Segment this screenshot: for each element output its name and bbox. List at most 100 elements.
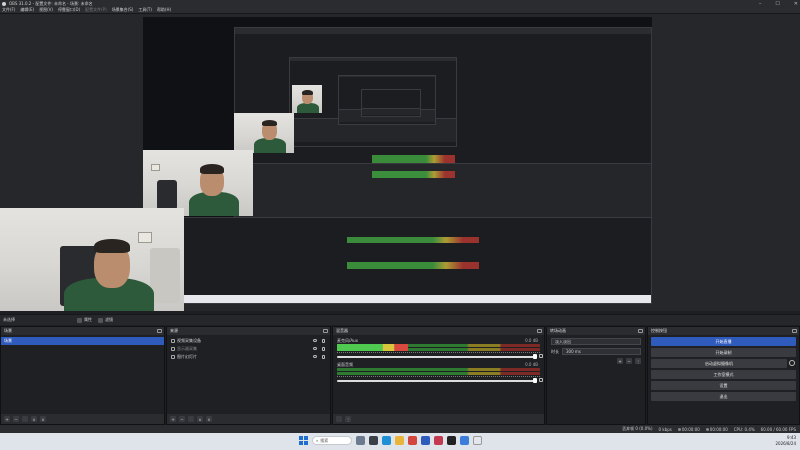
menu-tools[interactable]: 工具(T) bbox=[138, 7, 152, 13]
fps-readout: 60.00 / 60.00 FPS bbox=[760, 426, 796, 432]
windows-start-icon[interactable] bbox=[299, 436, 308, 445]
filters-label: 滤镜 bbox=[105, 317, 113, 322]
task-view-icon[interactable] bbox=[369, 436, 378, 445]
add-source-button[interactable]: + bbox=[170, 416, 176, 422]
lock-icon[interactable] bbox=[322, 347, 325, 351]
source-label: 图片幻灯片 bbox=[177, 354, 197, 359]
menu-file[interactable]: 文件(F) bbox=[2, 7, 15, 13]
recording-time: 00:00:00 bbox=[705, 427, 728, 432]
bitrate: 0 kbps bbox=[658, 426, 672, 432]
undock-icon[interactable] bbox=[638, 329, 643, 333]
exit-button[interactable]: 退出 bbox=[651, 392, 796, 401]
controls-dock: 控制按钮 开始直播 开始录制 启动虚拟摄像机 工作室模式 设置 退出 bbox=[647, 326, 800, 425]
filters-button[interactable]: 滤镜 bbox=[98, 317, 113, 323]
scene-list-item[interactable]: 场景 bbox=[1, 337, 164, 345]
duration-row: 时长 300 ms bbox=[551, 348, 641, 355]
move-up-button[interactable]: ∧ bbox=[197, 416, 203, 422]
eye-icon[interactable] bbox=[313, 339, 317, 342]
nested-obs-docks bbox=[143, 217, 652, 304]
duration-input[interactable]: 300 ms bbox=[562, 348, 641, 355]
meter-scale bbox=[337, 352, 540, 354]
scenes-dock-header: 场景 bbox=[1, 327, 164, 335]
camera-icon bbox=[171, 339, 175, 343]
menu-docks[interactable]: 停靠窗口(D) bbox=[58, 7, 80, 13]
obs-taskbar-icon[interactable] bbox=[447, 436, 456, 445]
speaker-icon[interactable] bbox=[539, 354, 543, 358]
properties-button[interactable]: 属性 bbox=[77, 317, 92, 323]
volume-slider[interactable] bbox=[337, 380, 535, 382]
dropped-frames: 丢弃帧 0 (0.0%) bbox=[622, 426, 653, 431]
settings-taskbar-icon[interactable] bbox=[473, 436, 482, 445]
status-bar: 丢弃帧 0 (0.0%) 0 kbps 00:00:00 00:00:00 CP… bbox=[0, 425, 800, 433]
sources-dock-title: 来源 bbox=[170, 328, 178, 333]
start-recording-button[interactable]: 开始录制 bbox=[651, 348, 796, 357]
edge-browser-icon[interactable] bbox=[382, 436, 391, 445]
windows-taskbar: ⌕ 搜索 9:43 2026/8/24 bbox=[0, 433, 800, 450]
lock-icon[interactable] bbox=[322, 355, 325, 359]
source-properties-button[interactable] bbox=[188, 416, 194, 422]
gear-icon[interactable] bbox=[789, 360, 795, 366]
volume-slider-handle[interactable] bbox=[533, 354, 537, 359]
mixer-menu-button[interactable]: ⋮ bbox=[345, 416, 351, 422]
settings-button[interactable]: 设置 bbox=[651, 381, 796, 390]
source-item-image-slideshow[interactable]: 图片幻灯片 bbox=[167, 353, 330, 361]
scenes-dock: 场景 场景 + − ∧ ∨ bbox=[0, 326, 165, 425]
volume-slider-handle[interactable] bbox=[533, 378, 537, 383]
transition-select[interactable]: 淡入淡出 bbox=[551, 338, 641, 345]
minimize-button[interactable]: – bbox=[759, 1, 762, 7]
volume-slider[interactable] bbox=[337, 356, 535, 358]
close-button[interactable]: ✕ bbox=[794, 1, 798, 7]
mixer-dock-header: 混音器 bbox=[333, 327, 544, 335]
advanced-audio-button[interactable] bbox=[336, 416, 342, 422]
taskbar-search[interactable]: ⌕ 搜索 bbox=[312, 436, 352, 445]
monitor-icon bbox=[171, 347, 175, 351]
move-down-button[interactable]: ∨ bbox=[206, 416, 212, 422]
source-item-video-capture[interactable]: 视频采集设备 bbox=[167, 337, 330, 345]
window-title: OBS 31.0.2 - 配置文件: 未命名 - 场景: 未命名 bbox=[9, 0, 93, 6]
system-tray-clock[interactable]: 9:43 2026/8/24 bbox=[775, 435, 796, 447]
menu-view[interactable]: 视图(V) bbox=[39, 7, 53, 13]
add-transition-button[interactable]: + bbox=[617, 358, 623, 364]
speaker-icon[interactable] bbox=[539, 378, 543, 382]
transitions-dock-title: 转场动画 bbox=[550, 328, 566, 333]
start-streaming-button[interactable]: 开始直播 bbox=[651, 337, 796, 346]
app-pink-icon[interactable] bbox=[434, 436, 443, 445]
widgets-icon[interactable] bbox=[356, 436, 365, 445]
move-up-button[interactable]: ∧ bbox=[31, 416, 37, 422]
remove-transition-button[interactable]: − bbox=[626, 358, 632, 364]
app-blue-icon[interactable] bbox=[421, 436, 430, 445]
remove-source-button[interactable]: − bbox=[179, 416, 185, 422]
menu-bar: 文件(F) 编辑(E) 视图(V) 停靠窗口(D) 配置文件(P) 场景集合(S… bbox=[0, 7, 800, 14]
menu-edit[interactable]: 编辑(E) bbox=[20, 7, 34, 13]
sources-dock-header: 来源 bbox=[167, 327, 330, 335]
transition-menu-button[interactable]: ⋮ bbox=[635, 358, 641, 364]
camera-thumbnail-4 bbox=[292, 85, 322, 113]
app-red-icon[interactable] bbox=[408, 436, 417, 445]
eye-icon[interactable] bbox=[313, 355, 317, 358]
lock-icon[interactable] bbox=[322, 339, 325, 343]
move-down-button[interactable]: ∨ bbox=[40, 416, 46, 422]
menu-scene-collection[interactable]: 场景集合(S) bbox=[112, 7, 134, 13]
source-item-display-capture[interactable]: 显示器采集 bbox=[167, 345, 330, 353]
scene-transitions-dock: 转场动画 淡入淡出 时长 300 ms + − ⋮ bbox=[546, 326, 646, 425]
controls-dock-title: 控制按钮 bbox=[651, 328, 667, 333]
undock-icon[interactable] bbox=[157, 329, 162, 333]
undock-icon[interactable] bbox=[792, 329, 797, 333]
undock-icon[interactable] bbox=[323, 329, 328, 333]
cpu-usage: CPU: 0.4% bbox=[733, 426, 755, 432]
studio-mode-button[interactable]: 工作室模式 bbox=[651, 370, 796, 379]
menu-help[interactable]: 帮助(H) bbox=[157, 7, 171, 13]
add-scene-button[interactable]: + bbox=[4, 416, 10, 422]
remove-scene-button[interactable]: − bbox=[13, 416, 19, 422]
channel-volume-value: 0.0 dB bbox=[525, 338, 538, 343]
app-blue2-icon[interactable] bbox=[460, 436, 469, 445]
eye-icon[interactable] bbox=[313, 347, 317, 350]
file-explorer-icon[interactable] bbox=[395, 436, 404, 445]
source-label: 显示器采集 bbox=[177, 346, 197, 351]
menu-profile[interactable]: 配置文件(P) bbox=[85, 7, 107, 13]
meter-scale bbox=[337, 376, 540, 378]
maximize-button[interactable]: ☐ bbox=[775, 1, 779, 7]
start-virtual-camera-button[interactable]: 启动虚拟摄像机 bbox=[651, 359, 795, 368]
undock-icon[interactable] bbox=[537, 329, 542, 333]
scene-filter-button[interactable] bbox=[22, 416, 28, 422]
